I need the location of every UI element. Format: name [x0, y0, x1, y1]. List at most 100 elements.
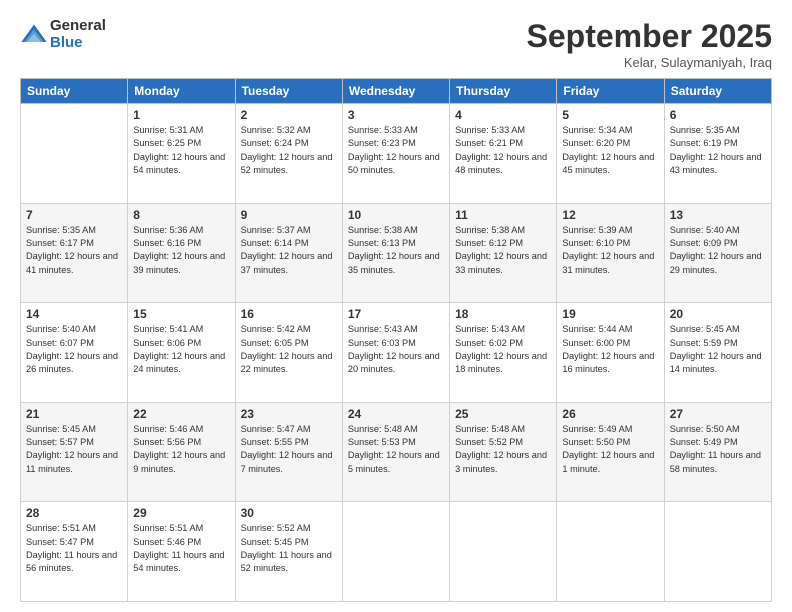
- day-info: Sunrise: 5:43 AM Sunset: 6:02 PM Dayligh…: [455, 323, 551, 376]
- day-number: 30: [241, 506, 337, 520]
- calendar-cell: 6Sunrise: 5:35 AM Sunset: 6:19 PM Daylig…: [664, 104, 771, 204]
- calendar-cell: 14 Sunrise: 5:40 AM Sunset: 6:07 PM Dayli…: [21, 303, 128, 403]
- day-info: Sunrise: 5:40 AM Sunset: 6:09 PM Dayligh…: [670, 224, 766, 277]
- day-number: 21: [26, 407, 122, 421]
- day-number: 25: [455, 407, 551, 421]
- day-info: Sunrise: 5:49 AM Sunset: 5:50 PM Dayligh…: [562, 423, 658, 476]
- calendar-cell: [21, 104, 128, 204]
- day-info: Sunrise: 5:51 AM Sunset: 5:46 PM Dayligh…: [133, 522, 229, 575]
- day-info: Sunrise: 5:46 AM Sunset: 5:56 PM Dayligh…: [133, 423, 229, 476]
- day-number: 20: [670, 307, 766, 321]
- column-header-monday: Monday: [128, 79, 235, 104]
- day-info: Sunrise: 5:31 AM Sunset: 6:25 PM Dayligh…: [133, 124, 229, 177]
- calendar-cell: 11 Sunrise: 5:38 AM Sunset: 6:12 PM Dayli…: [450, 203, 557, 303]
- subtitle: Kelar, Sulaymaniyah, Iraq: [527, 55, 772, 70]
- calendar-cell: 4 Sunrise: 5:33 AM Sunset: 6:21 PM Daylig…: [450, 104, 557, 204]
- calendar-cell: 30 Sunrise: 5:52 AM Sunset: 5:45 PM Dayli…: [235, 502, 342, 602]
- day-number: 18: [455, 307, 551, 321]
- day-info: Sunrise: 5:32 AM Sunset: 6:24 PM Dayligh…: [241, 124, 337, 177]
- calendar-cell: 21Sunrise: 5:45 AM Sunset: 5:57 PM Dayli…: [21, 402, 128, 502]
- calendar-cell: 25 Sunrise: 5:48 AM Sunset: 5:52 PM Dayli…: [450, 402, 557, 502]
- logo-blue-text: Blue: [50, 35, 106, 52]
- day-info: Sunrise: 5:50 AM Sunset: 5:49 PM Dayligh…: [670, 423, 766, 476]
- day-info: Sunrise: 5:51 AM Sunset: 5:47 PM Dayligh…: [26, 522, 122, 575]
- page: General Blue September 2025 Kelar, Sulay…: [0, 0, 792, 612]
- day-info: Sunrise: 5:44 AM Sunset: 6:00 PM Dayligh…: [562, 323, 658, 376]
- day-number: 7: [26, 208, 122, 222]
- day-info: Sunrise: 5:35 AM Sunset: 6:17 PM Dayligh…: [26, 224, 122, 277]
- column-header-thursday: Thursday: [450, 79, 557, 104]
- calendar-cell: 27 Sunrise: 5:50 AM Sunset: 5:49 PM Dayli…: [664, 402, 771, 502]
- day-number: 17: [348, 307, 444, 321]
- day-number: 11: [455, 208, 551, 222]
- calendar-cell: 29 Sunrise: 5:51 AM Sunset: 5:46 PM Dayli…: [128, 502, 235, 602]
- day-info: Sunrise: 5:52 AM Sunset: 5:45 PM Dayligh…: [241, 522, 337, 575]
- calendar-week-row: 21Sunrise: 5:45 AM Sunset: 5:57 PM Dayli…: [21, 402, 772, 502]
- day-info: Sunrise: 5:47 AM Sunset: 5:55 PM Dayligh…: [241, 423, 337, 476]
- header: General Blue September 2025 Kelar, Sulay…: [20, 18, 772, 70]
- day-info: Sunrise: 5:45 AM Sunset: 5:59 PM Dayligh…: [670, 323, 766, 376]
- day-number: 24: [348, 407, 444, 421]
- calendar-week-row: 1 Sunrise: 5:31 AM Sunset: 6:25 PM Daylig…: [21, 104, 772, 204]
- day-info: Sunrise: 5:43 AM Sunset: 6:03 PM Dayligh…: [348, 323, 444, 376]
- month-title: September 2025: [527, 18, 772, 55]
- calendar-cell: 22 Sunrise: 5:46 AM Sunset: 5:56 PM Dayli…: [128, 402, 235, 502]
- logo: General Blue: [20, 18, 106, 51]
- column-header-tuesday: Tuesday: [235, 79, 342, 104]
- column-header-wednesday: Wednesday: [342, 79, 449, 104]
- calendar-week-row: 28 Sunrise: 5:51 AM Sunset: 5:47 PM Dayli…: [21, 502, 772, 602]
- calendar-cell: 26Sunrise: 5:49 AM Sunset: 5:50 PM Dayli…: [557, 402, 664, 502]
- day-number: 10: [348, 208, 444, 222]
- calendar-cell: 9 Sunrise: 5:37 AM Sunset: 6:14 PM Daylig…: [235, 203, 342, 303]
- day-info: Sunrise: 5:37 AM Sunset: 6:14 PM Dayligh…: [241, 224, 337, 277]
- calendar-cell: [342, 502, 449, 602]
- day-info: Sunrise: 5:41 AM Sunset: 6:06 PM Dayligh…: [133, 323, 229, 376]
- calendar-cell: 1 Sunrise: 5:31 AM Sunset: 6:25 PM Daylig…: [128, 104, 235, 204]
- day-number: 23: [241, 407, 337, 421]
- logo-text: General Blue: [50, 18, 106, 51]
- day-info: Sunrise: 5:39 AM Sunset: 6:10 PM Dayligh…: [562, 224, 658, 277]
- calendar-cell: 18 Sunrise: 5:43 AM Sunset: 6:02 PM Dayli…: [450, 303, 557, 403]
- day-info: Sunrise: 5:34 AM Sunset: 6:20 PM Dayligh…: [562, 124, 658, 177]
- day-info: Sunrise: 5:48 AM Sunset: 5:53 PM Dayligh…: [348, 423, 444, 476]
- calendar-cell: 5 Sunrise: 5:34 AM Sunset: 6:20 PM Daylig…: [557, 104, 664, 204]
- day-number: 9: [241, 208, 337, 222]
- day-number: 6: [670, 108, 766, 122]
- day-info: Sunrise: 5:48 AM Sunset: 5:52 PM Dayligh…: [455, 423, 551, 476]
- day-number: 4: [455, 108, 551, 122]
- day-number: 12: [562, 208, 658, 222]
- calendar-cell: 24 Sunrise: 5:48 AM Sunset: 5:53 PM Dayli…: [342, 402, 449, 502]
- day-number: 22: [133, 407, 229, 421]
- calendar-cell: 12 Sunrise: 5:39 AM Sunset: 6:10 PM Dayli…: [557, 203, 664, 303]
- day-info: Sunrise: 5:38 AM Sunset: 6:12 PM Dayligh…: [455, 224, 551, 277]
- calendar-cell: 23 Sunrise: 5:47 AM Sunset: 5:55 PM Dayli…: [235, 402, 342, 502]
- calendar-table: SundayMondayTuesdayWednesdayThursdayFrid…: [20, 78, 772, 602]
- day-info: Sunrise: 5:42 AM Sunset: 6:05 PM Dayligh…: [241, 323, 337, 376]
- day-number: 29: [133, 506, 229, 520]
- day-number: 2: [241, 108, 337, 122]
- calendar-cell: 20 Sunrise: 5:45 AM Sunset: 5:59 PM Dayli…: [664, 303, 771, 403]
- day-info: Sunrise: 5:33 AM Sunset: 6:21 PM Dayligh…: [455, 124, 551, 177]
- calendar-cell: 13 Sunrise: 5:40 AM Sunset: 6:09 PM Dayli…: [664, 203, 771, 303]
- calendar-cell: 17 Sunrise: 5:43 AM Sunset: 6:03 PM Dayli…: [342, 303, 449, 403]
- calendar-week-row: 7 Sunrise: 5:35 AM Sunset: 6:17 PM Daylig…: [21, 203, 772, 303]
- day-number: 13: [670, 208, 766, 222]
- day-number: 15: [133, 307, 229, 321]
- calendar-cell: [664, 502, 771, 602]
- calendar-cell: 3Sunrise: 5:33 AM Sunset: 6:23 PM Daylig…: [342, 104, 449, 204]
- day-number: 27: [670, 407, 766, 421]
- day-info: Sunrise: 5:40 AM Sunset: 6:07 PM Dayligh…: [26, 323, 122, 376]
- day-number: 28: [26, 506, 122, 520]
- calendar-cell: 19Sunrise: 5:44 AM Sunset: 6:00 PM Dayli…: [557, 303, 664, 403]
- logo-icon: [20, 21, 48, 49]
- calendar-cell: 16 Sunrise: 5:42 AM Sunset: 6:05 PM Dayli…: [235, 303, 342, 403]
- calendar-cell: 10Sunrise: 5:38 AM Sunset: 6:13 PM Dayli…: [342, 203, 449, 303]
- day-number: 5: [562, 108, 658, 122]
- calendar-cell: 15 Sunrise: 5:41 AM Sunset: 6:06 PM Dayli…: [128, 303, 235, 403]
- day-number: 3: [348, 108, 444, 122]
- day-number: 1: [133, 108, 229, 122]
- title-section: September 2025 Kelar, Sulaymaniyah, Iraq: [527, 18, 772, 70]
- calendar-cell: 8Sunrise: 5:36 AM Sunset: 6:16 PM Daylig…: [128, 203, 235, 303]
- day-number: 14: [26, 307, 122, 321]
- day-number: 16: [241, 307, 337, 321]
